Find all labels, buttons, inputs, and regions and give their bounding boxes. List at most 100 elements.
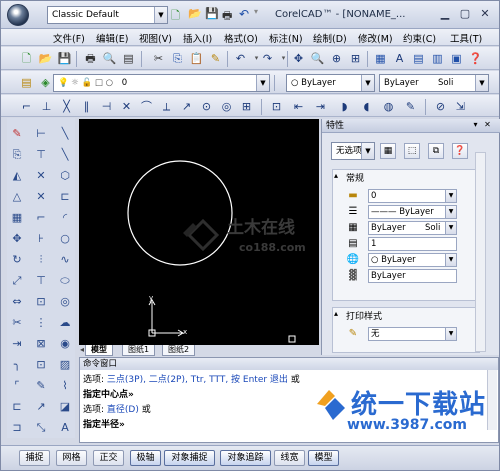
snap-midpoint-icon[interactable]: ⊥ [39,99,54,114]
redo-icon[interactable]: ↷ [260,51,275,66]
cut-icon[interactable]: ✂ [151,51,166,66]
snap-parallel-icon[interactable]: ∥ [79,99,94,114]
print-icon[interactable]: 🖶 [222,7,236,22]
stretch-icon[interactable]: ⇔ [9,294,25,309]
donut-icon[interactable]: ◎ [57,294,73,309]
undo-dropdown-icon[interactable]: ▾ [254,7,268,21]
dim-ordinate-icon[interactable]: ⊦ [33,231,49,246]
color-combobox[interactable]: ○ ByLayer ▼ [286,74,375,92]
toggle-pickadd-icon[interactable]: ▦ [380,143,396,159]
lineweight-toggle-button[interactable]: 线宽 [274,450,305,466]
snap-extension-icon[interactable]: ⊣ [99,99,114,114]
paste-icon[interactable]: 📋 [189,51,204,66]
tab-scroll-left-icon[interactable]: ◂ [80,345,84,354]
trim-icon[interactable]: ✂ [9,315,25,330]
dim-diameter-icon[interactable]: ⌐ [33,210,49,225]
text-style-icon[interactable]: A [392,51,407,66]
osnap-toggle-button[interactable]: 对象捕捉 [164,450,215,466]
snap-perpendicular-icon[interactable]: ⟂ [159,99,174,114]
copy-icon[interactable]: ⎘ [170,51,185,66]
redo-dropdown-icon[interactable]: ▾ [276,51,291,66]
page-setup-icon[interactable]: ▤ [121,51,136,66]
collapse-print-icon[interactable]: ▴ [334,309,338,318]
lineweight-prop-value[interactable]: ByLayer Soli ▼ [368,221,457,235]
snap-clear-icon[interactable]: ⊘ [433,99,448,114]
snap-tracking-icon[interactable]: ⇤ [291,99,306,114]
snap-toggle-icon[interactable]: ⇲ [453,99,468,114]
dim-style-icon[interactable]: ✎ [33,378,49,393]
properties-help-icon[interactable]: ❓ [452,143,468,159]
selection-combobox[interactable]: 无选项 ▼ [331,142,375,160]
ortho-toggle-button[interactable]: 正交 [93,450,124,466]
circle-icon[interactable]: ○ [57,231,73,246]
menu-format[interactable]: 格式(O) [224,31,258,45]
break-icon[interactable]: ⊏ [9,399,25,414]
boundary-icon[interactable]: ⌇ [57,378,73,393]
snap-intersection-icon[interactable]: ╳ [59,99,74,114]
dim-edit-icon[interactable]: ⊡ [33,357,49,372]
print-icon[interactable]: 🖶 [83,51,98,66]
tab-sheet1[interactable]: 图纸1 [122,345,156,356]
corelcad-logo-icon[interactable] [7,4,29,26]
erase-icon[interactable]: ✎ [9,126,25,141]
dim-linear-icon[interactable]: ⊢ [33,126,49,141]
open-icon[interactable]: 📂 [188,7,202,21]
properties-scrollbar[interactable] [475,152,486,352]
snap-apparent-icon[interactable]: ✕ [119,99,134,114]
dim-baseline-icon[interactable]: ⫶ [33,252,49,267]
undo-icon[interactable]: ↶ [239,7,253,21]
dim-tolerance-icon[interactable]: ⋮ [33,315,49,330]
rotate-icon[interactable]: ↻ [9,252,25,267]
zoom-realtime-icon[interactable]: 🔍 [310,51,325,66]
dim-continue-icon[interactable]: ⊤ [33,273,49,288]
offset-icon[interactable]: △ [9,189,25,204]
zoom-window-icon[interactable]: ⊕ [329,51,344,66]
drawing-canvas[interactable]: y x 土木在线 co188.com [79,119,319,347]
minimize-button[interactable]: ▁ [437,6,453,22]
close-button[interactable]: ✕ [477,6,493,22]
snap-toggle-button[interactable]: 捕捉 [19,450,50,466]
chamfer-icon[interactable]: ⌜ [9,378,25,393]
otrack-toggle-button[interactable]: 对象追踪 [220,450,271,466]
layer-prop-value[interactable]: 0 ▼ [368,189,457,203]
move-icon[interactable]: ✥ [9,231,25,246]
undo-icon[interactable]: ↶ [233,51,248,66]
save-icon[interactable]: 💾 [205,7,219,21]
command-options[interactable]: 三点(3P), 二点(2P), Ttr, TTT, 按 Enter 退出 [107,375,288,385]
snap-center-icon[interactable]: ⊙ [199,99,214,114]
collapse-general-icon[interactable]: ▴ [334,171,338,180]
open-icon[interactable]: 📂 [38,51,53,66]
hatch-icon[interactable]: ▨ [57,357,73,372]
material-prop-value[interactable]: ByLayer [368,269,457,283]
select-objects-icon[interactable]: ⬚ [404,143,420,159]
point-icon[interactable]: ◉ [57,336,73,351]
panel-close-icon[interactable]: ✕ [482,120,493,131]
snap-settings-icon[interactable]: ✎ [403,99,418,114]
drawn-circle[interactable] [127,160,233,266]
snap-endpoint-icon[interactable]: ⌐ [19,99,34,114]
fillet-icon[interactable]: ╮ [9,357,25,372]
arc-icon[interactable]: ◜ [57,210,73,225]
menu-edit[interactable]: 编辑(E) [96,31,128,45]
printstyle-prop-value[interactable]: 无 ▼ [368,327,457,341]
revcloud-icon[interactable]: ☁ [57,315,73,330]
polyline-icon[interactable]: ⊏ [57,189,73,204]
snap-insertion-icon[interactable]: ⊞ [239,99,254,114]
explode-icon[interactable]: ⊐ [9,420,25,435]
properties-icon[interactable]: ▦ [373,51,388,66]
help-icon[interactable]: ❓ [468,51,483,66]
dim-update-icon[interactable]: ↗ [33,399,49,414]
dim-aligned-icon[interactable]: ⊤ [33,147,49,162]
linetype-combobox[interactable]: ByLayer Soli ▼ [379,74,489,92]
snap-point-icon[interactable]: ◍ [381,99,396,114]
drawing-explorer-icon[interactable]: ▥ [430,51,445,66]
new-icon[interactable]: 🗋 [19,51,34,66]
menu-view[interactable]: 视图(V) [139,31,172,45]
pattern-icon[interactable]: ▦ [9,210,25,225]
copy-entity-icon[interactable]: ⎘ [9,147,25,162]
ray-icon[interactable]: ╲ [57,147,73,162]
quick-select-icon[interactable]: ⧉ [428,143,444,159]
command-option-diameter[interactable]: 直径(D) [107,405,139,415]
text-icon[interactable]: A [57,420,73,435]
snap-arc-icon[interactable]: ◗ [337,99,352,114]
